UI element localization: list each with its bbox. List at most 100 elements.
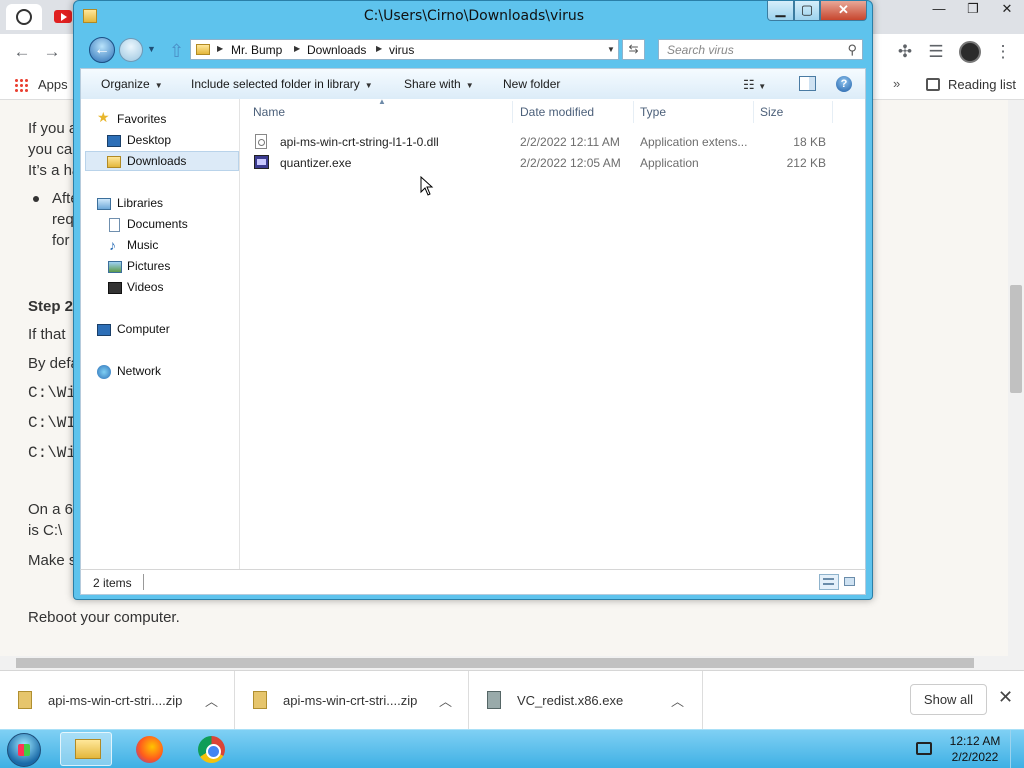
media-queue-icon[interactable]: ☰ <box>926 42 946 62</box>
nav-network[interactable]: Network <box>117 364 161 378</box>
file-name[interactable]: api-ms-win-crt-string-l1-1-0.dll <box>280 135 439 149</box>
forward-arrow-icon[interactable]: → <box>42 42 62 62</box>
close-icon[interactable]: ✕ <box>998 687 1013 708</box>
organize-menu[interactable]: Organize ▼ <box>101 77 163 91</box>
organize-label: Organize <box>101 77 150 91</box>
profile-avatar[interactable] <box>959 41 981 63</box>
reading-list-button[interactable]: Reading list <box>948 77 1016 92</box>
show-desktop-button[interactable] <box>1010 730 1024 768</box>
page-text-line: Reboot your computer. <box>28 609 180 626</box>
show-all-downloads-button[interactable]: Show all <box>910 684 987 715</box>
nav-downloads[interactable]: Downloads <box>127 154 186 168</box>
taskbar-chrome[interactable] <box>186 732 238 766</box>
column-header-size[interactable]: Size <box>760 105 783 119</box>
breadcrumb-separator-icon[interactable]: ▶ <box>217 44 223 53</box>
browser-close-button[interactable]: ✕ <box>990 0 1024 20</box>
extensions-puzzle-icon[interactable]: ✣ <box>895 42 915 62</box>
search-icon[interactable]: ⚲ <box>847 42 857 58</box>
command-bar: Organize ▼ Include selected folder in lib… <box>80 68 866 99</box>
bookmarks-overflow-button[interactable]: » <box>893 76 900 91</box>
page-horizontal-scroll-thumb[interactable] <box>16 658 974 668</box>
search-input[interactable]: Search virus ⚲ <box>658 39 863 60</box>
details-view-button[interactable] <box>819 574 839 590</box>
chevron-up-icon[interactable]: ︿ <box>205 691 218 710</box>
column-divider[interactable] <box>512 101 513 123</box>
nav-computer[interactable]: Computer <box>117 322 170 336</box>
action-center-icon[interactable] <box>916 742 932 755</box>
clock-time[interactable]: 12:12 AM <box>945 734 1005 748</box>
column-header-name[interactable]: Name <box>253 105 285 119</box>
breadcrumb-separator-icon[interactable]: ▶ <box>294 44 300 53</box>
refresh-button[interactable]: ⇆ <box>622 39 645 60</box>
exe-file-icon <box>487 691 501 709</box>
details-view-icon <box>823 578 834 585</box>
browser-tab-extension[interactable] <box>6 4 42 30</box>
download-item[interactable]: api-ms-win-crt-stri....zip ︿ <box>235 671 469 729</box>
download-item[interactable]: VC_redist.x86.exe ︿ <box>469 671 703 729</box>
breadcrumb-mr-bump[interactable]: Mr. Bump <box>231 43 282 57</box>
back-button[interactable]: ← <box>89 37 115 63</box>
nav-documents[interactable]: Documents <box>127 217 188 231</box>
download-item[interactable]: api-ms-win-crt-stri....zip ︿ <box>0 671 235 729</box>
taskbar-firefox[interactable] <box>124 732 176 766</box>
browser-minimize-button[interactable]: — <box>922 0 956 20</box>
address-bar[interactable]: ▶ Mr. Bump ▶ Downloads ▶ virus ▼ <box>190 39 619 60</box>
page-text-line: By defa <box>28 355 79 372</box>
file-type: Application extens... <box>640 135 748 149</box>
share-label: Share with <box>404 77 461 91</box>
up-arrow-icon[interactable]: ⇧ <box>169 41 184 62</box>
recent-pages-dropdown[interactable]: ▼ <box>147 44 156 54</box>
maximize-button[interactable]: ▢ <box>794 1 820 21</box>
reading-list-icon <box>926 78 940 91</box>
new-folder-button[interactable]: New folder <box>503 77 560 91</box>
chevron-up-icon[interactable]: ︿ <box>671 691 684 710</box>
share-with-menu[interactable]: Share with ▼ <box>404 77 474 91</box>
documents-icon <box>109 218 120 232</box>
bookmark-apps[interactable]: Apps <box>38 77 68 92</box>
page-code-line: C:\WI <box>28 414 77 432</box>
file-name[interactable]: quantizer.exe <box>280 156 351 170</box>
column-header-type[interactable]: Type <box>640 105 666 119</box>
nav-libraries[interactable]: Libraries <box>117 196 163 210</box>
chevron-down-icon[interactable]: ▼ <box>607 45 615 54</box>
clock-date[interactable]: 2/2/2022 <box>945 750 1005 764</box>
file-size: 212 KB <box>786 156 826 170</box>
minimize-button[interactable]: ▁ <box>767 1 794 21</box>
taskbar-explorer[interactable] <box>60 732 112 766</box>
help-icon[interactable]: ? <box>836 76 852 92</box>
chevron-down-icon: ▼ <box>154 81 163 90</box>
nav-music[interactable]: Music <box>127 238 158 252</box>
page-vertical-scroll-thumb[interactable] <box>1010 285 1022 393</box>
page-code-line: C:\Wi <box>28 444 77 462</box>
include-label: Include selected folder in library <box>191 77 360 91</box>
page-text-line: req <box>52 211 74 228</box>
youtube-icon <box>54 10 72 23</box>
kebab-menu-icon[interactable]: ⋮ <box>993 42 1013 62</box>
large-icons-icon <box>844 577 855 586</box>
nav-pictures[interactable]: Pictures <box>127 259 170 273</box>
breadcrumb-downloads[interactable]: Downloads <box>307 43 366 57</box>
nav-desktop[interactable]: Desktop <box>127 133 171 147</box>
nav-favorites[interactable]: Favorites <box>117 112 166 126</box>
back-arrow-icon[interactable]: ← <box>12 42 32 62</box>
include-in-library-menu[interactable]: Include selected folder in library ▼ <box>191 77 373 91</box>
folder-icon <box>196 44 210 55</box>
search-placeholder: Search virus <box>667 43 734 57</box>
column-divider[interactable] <box>832 101 833 123</box>
breadcrumb-separator-icon[interactable]: ▶ <box>376 44 382 53</box>
start-button[interactable] <box>7 733 41 767</box>
preview-pane-icon[interactable] <box>799 76 816 91</box>
forward-button[interactable] <box>119 38 143 62</box>
browser-maximize-button[interactable]: ❐ <box>956 0 990 20</box>
column-header-date-modified[interactable]: Date modified <box>520 105 594 119</box>
change-view-button[interactable]: ☷ ▼ <box>743 77 766 93</box>
page-text-line: If you a <box>28 120 78 137</box>
column-divider[interactable] <box>633 101 634 123</box>
close-button[interactable]: ✕ <box>820 1 867 21</box>
column-divider[interactable] <box>753 101 754 123</box>
breadcrumb-virus[interactable]: virus <box>389 43 414 57</box>
nav-videos[interactable]: Videos <box>127 280 163 294</box>
file-type: Application <box>640 156 699 170</box>
large-icons-view-button[interactable] <box>842 574 858 590</box>
chevron-up-icon[interactable]: ︿ <box>439 691 452 710</box>
